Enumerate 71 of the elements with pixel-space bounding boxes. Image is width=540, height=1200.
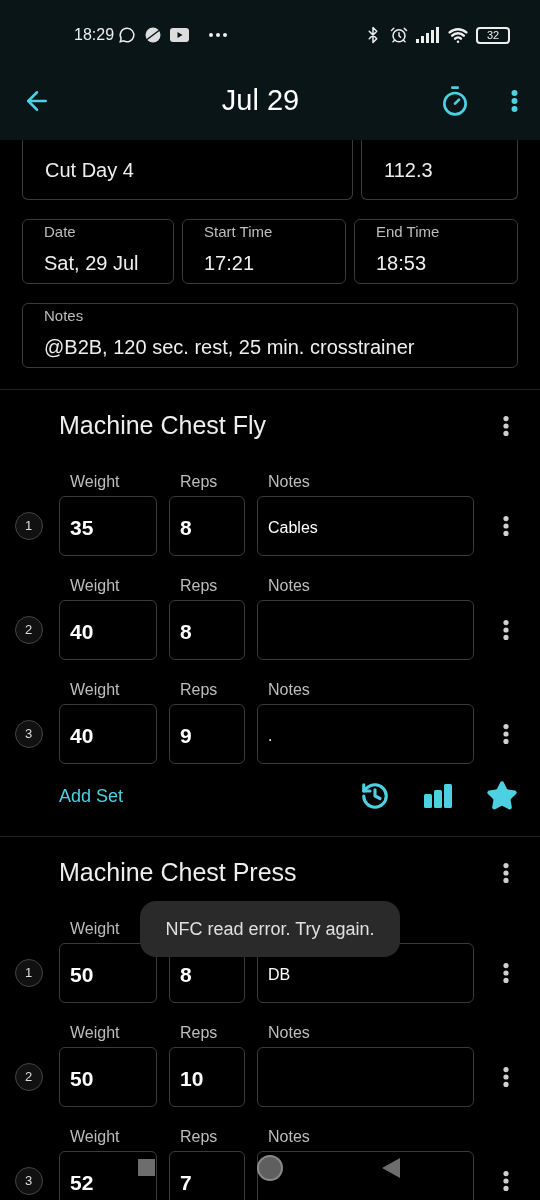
star-icon[interactable] [486,780,518,812]
field-value[interactable]: @B2B, 120 sec. rest, 25 min. crosstrainer [44,331,496,362]
notes-field[interactable]: . [257,704,474,764]
reps-label: Reps [180,473,218,490]
more-icon[interactable] [503,1067,509,1087]
more-icon[interactable] [503,416,509,436]
weight-label: Weight [70,1128,120,1145]
nfc-error-toast: NFC read error. Try again. [140,901,400,957]
notes-label: Notes [268,577,310,594]
notes-field[interactable]: Cables [257,496,474,556]
set-number: 1 [14,959,43,987]
more-icon[interactable] [503,724,509,744]
status-time: 18:29 [74,25,115,45]
chat-icon [118,26,137,44]
bar-chart-icon[interactable] [424,784,452,808]
notes-label: Notes [268,681,310,698]
more-icon[interactable] [503,620,509,640]
weight-label: Weight [70,1024,120,1041]
set-number: 3 [14,1167,43,1195]
reps-field[interactable]: 8 [169,600,245,660]
reps-label: Reps [180,1024,218,1041]
reps-field[interactable]: 8 [169,496,245,556]
field-label: Date [44,222,77,242]
weight-field[interactable]: 35 [59,496,157,556]
weight-field[interactable]: 40 [59,704,157,764]
weight-label: Weight [70,577,120,594]
alarm-icon [390,26,408,44]
exercise-title: Machine Chest Press [59,857,297,889]
more-icon[interactable] [511,90,518,112]
notes-label: Notes [268,1024,310,1041]
weight-field[interactable]: 40 [59,600,157,660]
nav-home-icon[interactable] [257,1155,283,1181]
battery-icon: 32 [476,26,510,44]
name-field[interactable]: Cut Day 4 [22,140,353,200]
exercise-title: Machine Chest Fly [59,410,267,442]
set-number: 1 [14,512,43,540]
more-notifications-icon [209,33,228,37]
more-icon[interactable] [503,963,509,983]
notes-label: Notes [268,473,310,490]
field-label: Start Time [204,222,274,242]
add-set-button[interactable]: Add Set [59,782,124,810]
more-icon[interactable] [503,863,509,883]
notes-field[interactable] [257,1047,474,1107]
signal-icon [416,27,440,43]
notes-label: Notes [268,1128,310,1145]
field-label: Notes [44,306,85,326]
weight-label: Weight [70,473,120,490]
reps-label: Reps [180,577,218,594]
more-icon[interactable] [503,516,509,536]
history-icon[interactable] [360,781,390,811]
field-value[interactable]: 18:53 [376,247,496,278]
wifi-icon [448,25,468,45]
video-icon [170,28,190,42]
more-icon[interactable] [503,1171,509,1191]
weight-label: Weight [70,920,120,937]
reps-label: Reps [180,1128,218,1145]
bodyweight-field[interactable]: 112.3 [361,140,518,200]
reps-field[interactable]: 7 [169,1151,245,1200]
reps-field[interactable]: 10 [169,1047,245,1107]
notes-field[interactable] [257,600,474,660]
field-value[interactable]: Sat, 29 Jul [44,247,152,278]
screen-title: Jul 29 [220,83,301,119]
field-value[interactable]: 17:21 [204,247,324,278]
field-label: End Time [376,222,441,242]
set-number: 3 [14,720,43,748]
reps-label: Reps [180,681,218,698]
weight-label: Weight [70,681,120,698]
weight-field[interactable]: 50 [59,1047,157,1107]
reps-field[interactable]: 9 [169,704,245,764]
set-number: 2 [14,1063,43,1091]
set-number: 2 [14,616,43,644]
